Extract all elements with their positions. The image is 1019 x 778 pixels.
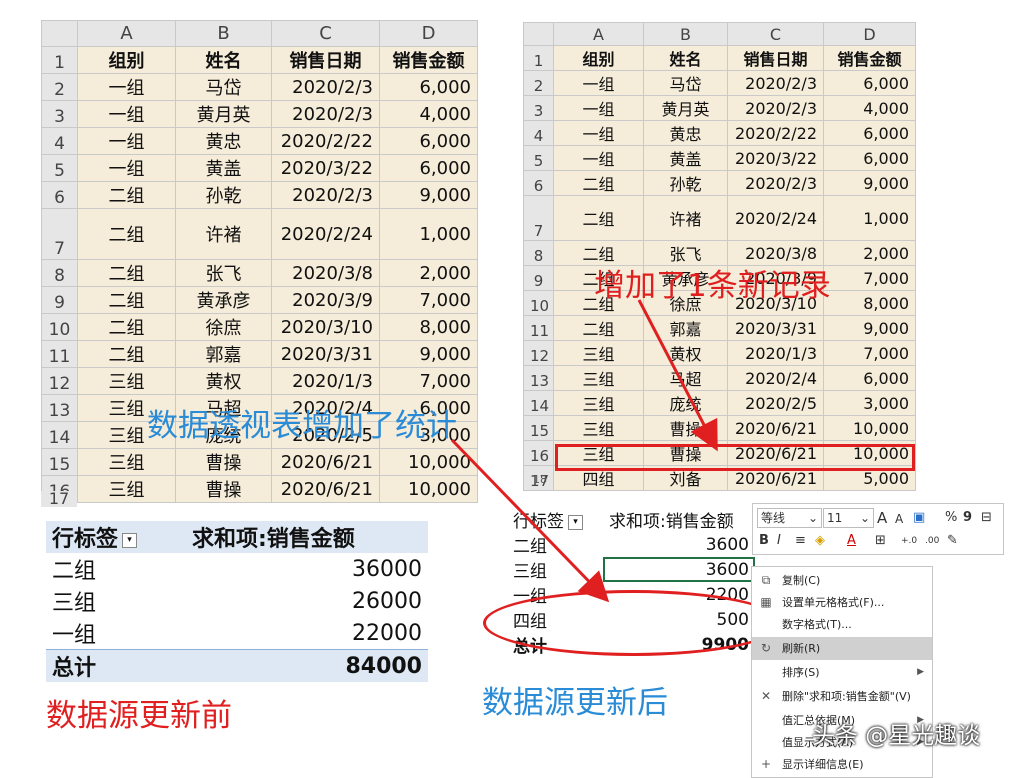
paint-brush-icon[interactable]: ✎ bbox=[947, 532, 958, 550]
annotation-before: 数据源更新前 bbox=[46, 698, 232, 734]
chevron-down-icon: ⌄ bbox=[807, 511, 818, 525]
font-grow-icon[interactable]: A bbox=[877, 509, 887, 527]
borders-icon[interactable]: ⊞ bbox=[875, 532, 886, 550]
increase-decimal-icon[interactable]: +.0 bbox=[901, 532, 917, 550]
mini-toolbar: 等线 ⌄ 11 ⌄ A A ▣ % 9 ⊟ B I ≡ ◈ A ⊞ +.0 .00 … bbox=[752, 503, 1004, 555]
arrow-to-pivot bbox=[450, 438, 610, 603]
italic-icon[interactable]: I bbox=[777, 532, 781, 550]
details-icon: + bbox=[760, 757, 772, 771]
font-size-select[interactable]: 11 ⌄ bbox=[823, 508, 874, 528]
watermark: 头条 @星光趣谈 bbox=[812, 723, 981, 749]
font-color-icon[interactable]: A bbox=[847, 532, 856, 550]
refresh-icon: ↻ bbox=[760, 641, 772, 655]
menu-item-copy[interactable]: ⧉ 复制(C) bbox=[752, 569, 932, 592]
submenu-arrow-icon: ▶ bbox=[917, 667, 924, 677]
bold-icon[interactable]: B bbox=[759, 532, 769, 550]
font-shrink-icon[interactable]: A bbox=[895, 510, 903, 528]
annotation-after: 数据源更新后 bbox=[482, 685, 668, 721]
decrease-decimal-icon[interactable]: .00 bbox=[925, 532, 939, 550]
chevron-down-icon: ⌄ bbox=[859, 511, 870, 525]
annotation-record-added: 增加了1条新记录 bbox=[594, 268, 831, 304]
menu-item-remove-field[interactable]: ✕ 删除"求和项:销售金额"(V) bbox=[752, 685, 932, 708]
accounting-format-icon[interactable]: ▣ bbox=[913, 509, 925, 527]
menu-item-format-cells[interactable]: ▦ 设置单元格格式(F)... bbox=[752, 591, 932, 614]
menu-item-refresh[interactable]: ↻ 刷新(R) bbox=[752, 637, 932, 660]
align-center-icon[interactable]: ≡ bbox=[795, 532, 806, 550]
menu-item-number-format[interactable]: 数字格式(T)... bbox=[752, 613, 932, 636]
format-painter-icon[interactable]: ⊟ bbox=[981, 509, 992, 527]
fill-color-icon[interactable]: ◈ bbox=[815, 532, 825, 550]
delete-icon: ✕ bbox=[760, 689, 772, 703]
menu-item-sort[interactable]: 排序(S) ▶ bbox=[752, 661, 932, 684]
percent-icon[interactable]: % bbox=[945, 509, 957, 527]
arrow-to-new-record bbox=[637, 299, 718, 452]
font-name-select[interactable]: 等线 ⌄ bbox=[757, 508, 822, 528]
copy-icon: ⧉ bbox=[761, 573, 771, 587]
menu-item-show-details[interactable]: + 显示详细信息(E) bbox=[752, 753, 932, 776]
format-cells-icon: ▦ bbox=[760, 595, 772, 609]
annotation-pivot-added: 数据透视表增加了统计 bbox=[147, 408, 457, 444]
comma-style-icon[interactable]: 9 bbox=[963, 509, 972, 527]
